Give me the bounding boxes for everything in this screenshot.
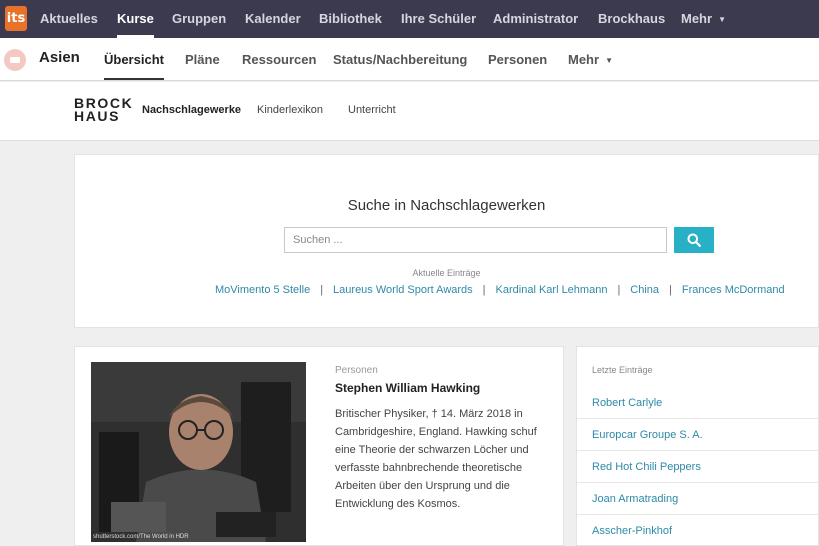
nav-item-label: Ihre Schüler — [401, 11, 477, 26]
recent-entry-link[interactable]: Asscher-Pinkhof — [577, 515, 819, 546]
nav-item-mehr[interactable]: Mehr ▼ — [681, 0, 726, 38]
nav-item-gruppen[interactable]: Gruppen — [172, 0, 226, 38]
trending-links: MoVimento 5 Stelle | Laureus World Sport A… — [215, 284, 785, 296]
tab-label: Status/Nachbereitung — [333, 52, 468, 67]
nav-item-kalender[interactable]: Kalender — [245, 0, 301, 38]
tab-status-nachbereitung[interactable]: Status/Nachbereitung — [333, 38, 467, 80]
article-body: Britischer Physiker, † 14. März 2018 in … — [335, 408, 537, 510]
recent-entries-heading: Letzte Einträge — [592, 365, 653, 375]
trending-link[interactable]: Kardinal Karl Lehmann — [496, 284, 608, 296]
recent-entry-link[interactable]: Europcar Groupe S. A. — [577, 419, 819, 451]
separator: | — [482, 284, 486, 296]
nav-item-label: Gruppen — [172, 11, 227, 26]
logo-line: HAUS — [74, 108, 121, 124]
separator: | — [669, 284, 672, 296]
brockhaus-nav-nachschlagewerke[interactable]: Nachschlagewerke — [142, 104, 241, 116]
caret-down-icon: ▼ — [718, 15, 726, 24]
tab-label: Übersicht — [104, 52, 164, 67]
recent-entry-link[interactable]: Red Hot Chili Peppers — [577, 451, 819, 483]
tab-uebersicht[interactable]: Übersicht — [104, 38, 164, 80]
article-photo[interactable]: shutterstock.com/The World in HDR — [91, 362, 306, 542]
nav-item-bibliothek[interactable]: Bibliothek — [319, 0, 382, 38]
current-entries-label: Aktuelle Einträge — [412, 268, 481, 278]
article-title[interactable]: Stephen William Hawking — [335, 381, 480, 395]
nav-item-administrator[interactable]: Administrator — [493, 0, 578, 38]
article-category: Personen — [335, 365, 378, 376]
tab-label: Mehr — [568, 52, 600, 67]
featured-article-card: shutterstock.com/The World in HDR Person… — [74, 346, 564, 546]
tab-personen[interactable]: Personen — [488, 38, 547, 80]
nav-item-label: Administrator — [493, 11, 579, 26]
brockhaus-logo[interactable]: BROCK HAUS — [74, 96, 133, 124]
nav-item-label: Aktuelles — [40, 11, 98, 26]
course-title[interactable]: Asien — [39, 49, 80, 66]
nav-item-label: Kurse — [117, 11, 154, 26]
brockhaus-header: BROCK HAUS Nachschlagewerke Kinderlexiko… — [0, 82, 819, 141]
its-logo[interactable]: its — [5, 6, 27, 31]
recent-entries-list: Robert Carlyle Europcar Groupe S. A. Red… — [577, 387, 819, 546]
nav-item-kurse[interactable]: Kurse — [117, 0, 154, 38]
tab-ressourcen[interactable]: Ressourcen — [242, 38, 316, 80]
photo-credit: shutterstock.com/The World in HDR — [93, 534, 189, 540]
course-navigation-bar: Asien Übersicht Pläne Ressourcen Status/… — [0, 38, 819, 81]
trending-link[interactable]: Frances McDormand — [682, 284, 785, 296]
nav-item-label: Kalender — [245, 11, 301, 26]
search-icon — [687, 233, 701, 247]
trending-link[interactable]: MoVimento 5 Stelle — [215, 284, 310, 296]
top-navigation-bar: its Aktuelles Kurse Gruppen Kalender Bib… — [0, 0, 819, 38]
separator: | — [617, 284, 621, 296]
nav-item-aktuelles[interactable]: Aktuelles — [40, 0, 98, 38]
trending-link[interactable]: Laureus World Sport Awards — [333, 284, 473, 296]
nav-item-label: Mehr — [681, 11, 713, 26]
nav-item-ihre-schueler[interactable]: Ihre Schüler — [401, 0, 476, 38]
portrait-image — [91, 362, 306, 542]
search-card: Suche in Nachschlagewerken Aktuelle Eint… — [74, 154, 819, 328]
tab-plaene[interactable]: Pläne — [185, 38, 220, 80]
brockhaus-nav-unterricht[interactable]: Unterricht — [348, 104, 396, 116]
recent-entry-link[interactable]: Robert Carlyle — [577, 387, 819, 419]
nav-item-brockhaus[interactable]: Brockhaus — [598, 0, 665, 38]
tab-mehr[interactable]: Mehr ▼ — [568, 38, 613, 80]
trending-link[interactable]: China — [630, 284, 659, 296]
search-title: Suche in Nachschlagewerken — [347, 197, 546, 214]
nav-item-label: Brockhaus — [598, 11, 666, 26]
tab-label: Pläne — [185, 52, 220, 67]
caret-down-icon: ▼ — [605, 56, 613, 65]
search-button[interactable] — [674, 227, 714, 253]
recent-entry-link[interactable]: Joan Armatrading — [577, 483, 819, 515]
search-input[interactable] — [284, 227, 667, 253]
tab-label: Ressourcen — [242, 52, 317, 67]
separator: | — [320, 284, 324, 296]
tab-label: Personen — [488, 52, 548, 67]
nav-item-label: Bibliothek — [319, 11, 382, 26]
course-icon — [4, 49, 26, 71]
brockhaus-nav-kinderlexikon[interactable]: Kinderlexikon — [257, 104, 323, 116]
recent-entries-card: Letzte Einträge Robert Carlyle Europcar … — [576, 346, 819, 546]
